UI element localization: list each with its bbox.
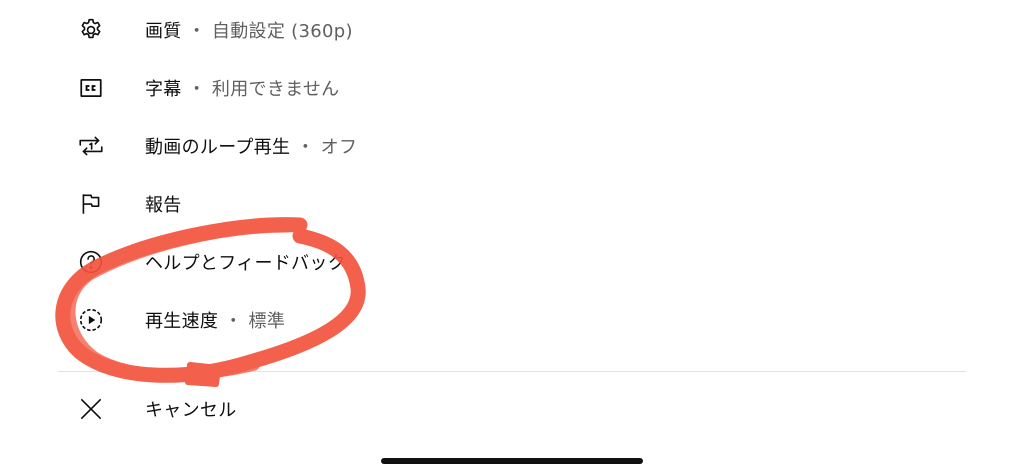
speed-label: 再生速度 bbox=[145, 311, 219, 332]
loop-separator: ・ bbox=[296, 137, 315, 158]
cancel-label: キャンセル bbox=[145, 396, 237, 422]
menu-divider bbox=[58, 371, 966, 372]
menu-item-captions-label: 字幕・利用できません bbox=[145, 75, 339, 101]
menu-item-playback-speed[interactable]: 再生速度・標準 bbox=[60, 295, 965, 345]
gear-icon bbox=[76, 15, 106, 45]
help-label: ヘルプとフィードバック bbox=[145, 253, 346, 274]
cancel-text: キャンセル bbox=[145, 400, 237, 421]
menu-item-captions[interactable]: 字幕・利用できません bbox=[60, 63, 965, 113]
menu-item-quality[interactable]: 画質・自動設定 (360p) bbox=[60, 5, 965, 55]
captions-label: 字幕 bbox=[145, 79, 182, 100]
quality-value: 自動設定 (360p) bbox=[211, 21, 353, 42]
closed-captions-icon bbox=[76, 73, 106, 103]
home-indicator bbox=[381, 458, 643, 464]
speed-separator: ・ bbox=[224, 311, 243, 332]
help-circle-icon bbox=[76, 247, 106, 277]
menu-item-report[interactable]: 報告 bbox=[60, 179, 965, 229]
close-icon bbox=[76, 394, 106, 424]
cancel-button[interactable]: キャンセル bbox=[60, 384, 965, 434]
captions-separator: ・ bbox=[187, 79, 206, 100]
menu-item-loop-label: 動画のループ再生・オフ bbox=[145, 133, 357, 159]
menu-item-help-label: ヘルプとフィードバック bbox=[145, 249, 346, 275]
quality-separator: ・ bbox=[187, 21, 206, 42]
report-label: 報告 bbox=[145, 195, 182, 216]
captions-value: 利用できません bbox=[211, 79, 340, 100]
menu-item-speed-label: 再生速度・標準 bbox=[145, 307, 285, 333]
flag-icon bbox=[76, 189, 106, 219]
playback-speed-icon bbox=[76, 305, 106, 335]
quality-label: 画質 bbox=[145, 21, 182, 42]
menu-item-quality-label: 画質・自動設定 (360p) bbox=[145, 17, 353, 43]
loop-value: オフ bbox=[320, 137, 358, 158]
speed-value: 標準 bbox=[248, 311, 286, 332]
menu-item-help-feedback[interactable]: ヘルプとフィードバック bbox=[60, 237, 965, 287]
loop-label: 動画のループ再生 bbox=[145, 137, 291, 158]
menu-item-report-label: 報告 bbox=[145, 191, 182, 217]
overflow-menu-sheet: 画質・自動設定 (360p) 字幕・利用できません 動画のループ再生 ・ オフ … bbox=[0, 0, 1024, 474]
loop-icon bbox=[76, 131, 106, 161]
menu-item-loop[interactable]: 動画のループ再生・オフ bbox=[60, 121, 965, 171]
